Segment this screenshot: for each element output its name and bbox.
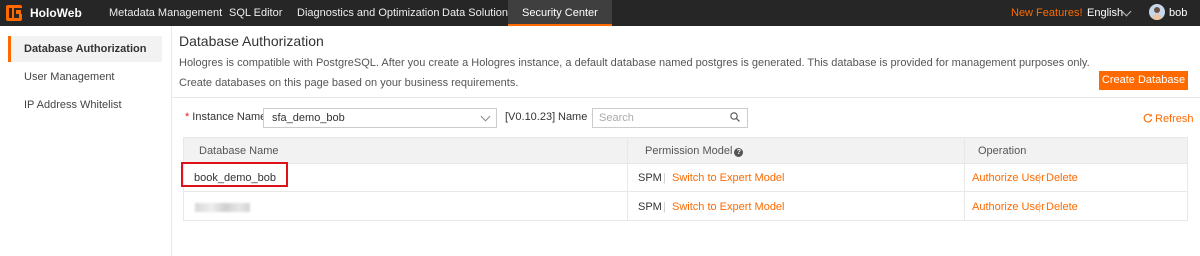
top-nav-bar: HoloWeb Metadata Management SQL Editor D… — [0, 0, 1200, 26]
search-input[interactable] — [593, 109, 723, 127]
chevron-down-icon — [480, 111, 491, 122]
required-mark: * — [185, 111, 190, 123]
sidebar: Database Authorization User Management I… — [0, 26, 172, 256]
blurred-database-name — [195, 203, 250, 212]
user-avatar[interactable] — [1149, 4, 1165, 20]
help-icon[interactable]: ? — [734, 148, 744, 157]
sidebar-item-ip-whitelist[interactable]: IP Address Whitelist — [8, 92, 162, 118]
column-header-permission-model-text: Permission Model — [645, 145, 733, 157]
permission-model-cell: SPM — [638, 201, 662, 213]
nav-metadata-management[interactable]: Metadata Management — [109, 0, 222, 26]
sidebar-item-database-authorization[interactable]: Database Authorization — [8, 36, 162, 62]
authorize-user-link[interactable]: Authorize User — [972, 172, 1045, 184]
table-row: book_demo_bob SPM | Switch to Expert Mod… — [184, 164, 1187, 192]
column-header-database-name: Database Name — [199, 145, 279, 157]
user-name[interactable]: bob — [1169, 0, 1187, 26]
search-icon[interactable] — [730, 112, 740, 122]
sidebar-item-user-management[interactable]: User Management — [8, 64, 162, 90]
page-description: Hologres is compatible with PostgreSQL. … — [179, 57, 1090, 89]
brand-name[interactable]: HoloWeb — [30, 6, 82, 20]
table-header: Database Name Permission Model? Operatio… — [184, 138, 1187, 164]
search-box — [592, 108, 748, 128]
nav-diagnostics-optimization[interactable]: Diagnostics and Optimization — [297, 0, 439, 26]
separator: | — [663, 201, 666, 213]
new-features-link[interactable]: New Features! — [1011, 0, 1083, 26]
create-database-button[interactable]: Create Database — [1099, 71, 1188, 90]
separator: | — [1038, 172, 1041, 184]
column-header-permission-model: Permission Model? — [645, 138, 744, 164]
table-row: SPM | Switch to Expert Model Authorize U… — [184, 193, 1187, 221]
refresh-icon — [1143, 113, 1153, 123]
name-filter-label: Name — [558, 111, 588, 123]
authorize-user-link[interactable]: Authorize User — [972, 201, 1045, 213]
switch-expert-model-link[interactable]: Switch to Expert Model — [672, 201, 785, 213]
instance-version: [V0.10.23] — [505, 111, 556, 123]
page-title: Database Authorization — [179, 33, 324, 49]
delete-link[interactable]: Delete — [1046, 201, 1078, 213]
permission-model-cell: SPM — [638, 172, 662, 184]
database-table: Database Name Permission Model? Operatio… — [183, 137, 1188, 221]
instance-select[interactable]: sfa_demo_bob — [263, 108, 497, 128]
section-divider — [172, 97, 1200, 98]
holoweb-logo-icon[interactable] — [6, 5, 23, 21]
nav-sql-editor[interactable]: SQL Editor — [229, 0, 282, 26]
nav-data-solution[interactable]: Data Solution — [442, 0, 508, 26]
refresh-button[interactable]: Refresh — [1143, 113, 1194, 125]
nav-security-center[interactable]: Security Center — [508, 0, 612, 26]
separator: | — [1038, 201, 1041, 213]
refresh-label: Refresh — [1155, 113, 1194, 125]
highlight-annotation-box — [181, 162, 288, 187]
separator: | — [663, 172, 666, 184]
delete-link[interactable]: Delete — [1046, 172, 1078, 184]
column-header-operation: Operation — [978, 145, 1027, 157]
switch-expert-model-link[interactable]: Switch to Expert Model — [672, 172, 785, 184]
instance-name-label: * Instance Name — [185, 111, 266, 123]
language-selector[interactable]: English — [1087, 0, 1123, 26]
instance-name-label-text: Instance Name — [192, 111, 267, 123]
instance-select-value: sfa_demo_bob — [272, 112, 345, 124]
